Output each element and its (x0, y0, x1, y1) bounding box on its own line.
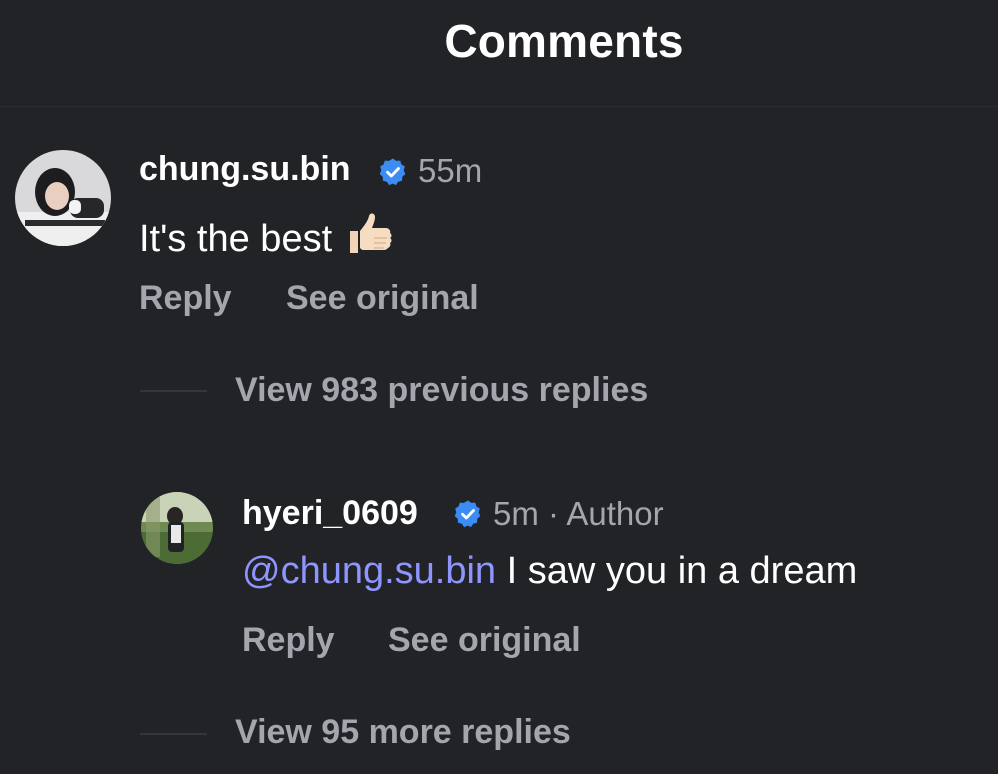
avatar[interactable] (15, 150, 111, 246)
verified-badge-icon (454, 500, 481, 528)
mention-link[interactable]: @chung.su.bin (242, 550, 496, 592)
comments-header: Comments (0, 0, 998, 107)
comment-text-body: It's the best (139, 218, 333, 260)
verified-badge-icon (379, 158, 406, 186)
thread-line (140, 390, 207, 392)
reply-text-body: I saw you in a dream (496, 550, 858, 592)
comment-timestamp: 55m (418, 152, 483, 189)
thumbs-up-icon (344, 207, 396, 269)
comment-username[interactable]: chung.su.bin (139, 150, 351, 189)
reply-meta: 5m · Author (493, 495, 664, 532)
see-original-button[interactable]: See original (388, 621, 581, 660)
thread-line (140, 733, 207, 735)
reply-button[interactable]: Reply (139, 279, 232, 318)
view-more-replies-button[interactable]: View 95 more replies (235, 713, 571, 752)
reply-text: @chung.su.bin I saw you in a dream (242, 550, 857, 593)
comment-text: It's the best (139, 207, 396, 269)
reply-button[interactable]: Reply (242, 621, 335, 660)
view-previous-replies-button[interactable]: View 983 previous replies (235, 371, 648, 410)
reply-username[interactable]: hyeri_0609 (242, 494, 418, 533)
page-title: Comments (444, 15, 684, 67)
avatar[interactable] (141, 492, 213, 564)
see-original-button[interactable]: See original (286, 279, 479, 318)
